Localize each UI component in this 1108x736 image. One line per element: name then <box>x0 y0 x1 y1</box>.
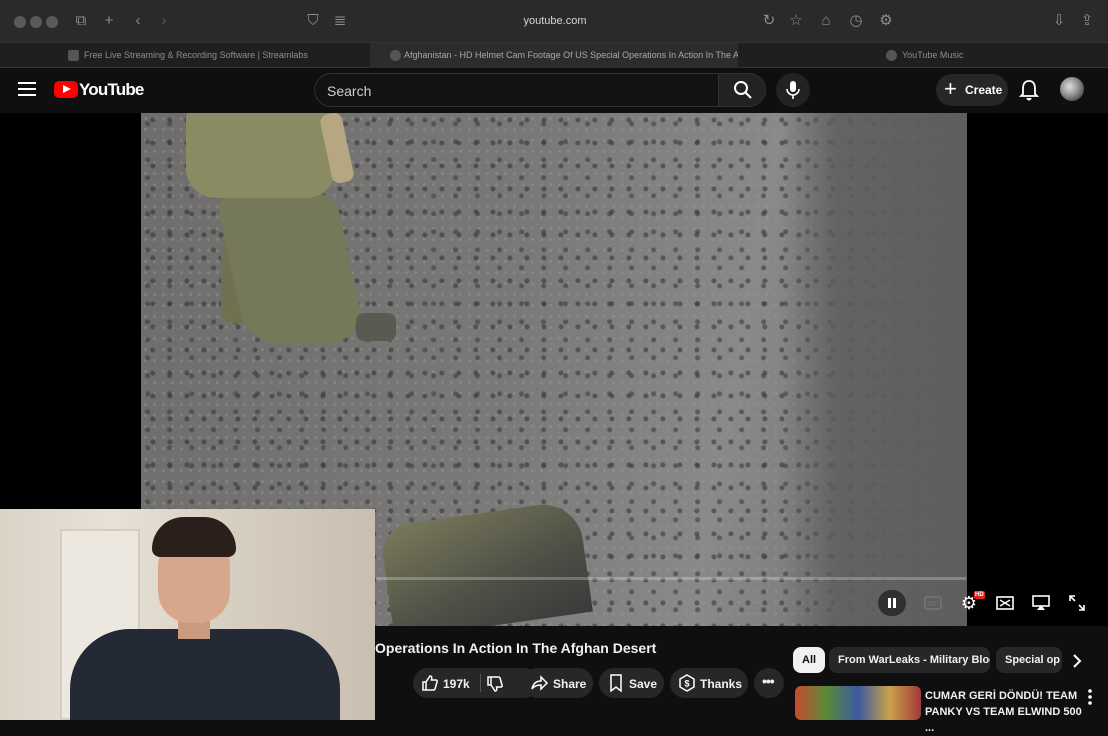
like-button[interactable]: 197k <box>413 668 480 698</box>
share-label: Share <box>553 677 587 691</box>
chevron-right-icon[interactable] <box>1066 650 1088 672</box>
webcam-overlay <box>0 509 375 720</box>
tab-title: Free Live Streaming & Recording Software… <box>84 50 308 60</box>
fullscreen-button[interactable] <box>1063 591 1091 615</box>
logo-wordmark: YouTube <box>79 80 144 99</box>
account-avatar[interactable] <box>1060 77 1084 101</box>
tab-youtube-music[interactable]: YouTube Music <box>886 43 1006 68</box>
foreground-gear <box>379 499 593 626</box>
chip-all[interactable]: All <box>793 647 826 673</box>
hamburger-menu-icon[interactable] <box>18 82 36 96</box>
share-arrow-icon <box>531 675 549 691</box>
like-count: 197k <box>443 677 470 691</box>
airplay-icon <box>1032 595 1050 610</box>
back-icon[interactable]: ‹ <box>129 12 147 30</box>
search-icon <box>734 81 752 99</box>
video-progress-bar[interactable] <box>376 577 966 580</box>
thanks-label: Thanks <box>700 677 743 691</box>
super-thanks-icon: $ <box>679 674 695 692</box>
create-label: Create <box>965 83 1003 97</box>
search-input[interactable]: Search <box>314 73 718 107</box>
bookmark-icon <box>610 674 622 692</box>
dislike-button[interactable] <box>481 668 521 698</box>
save-label: Save <box>629 677 658 691</box>
microphone-icon <box>786 81 800 99</box>
settings-button[interactable]: ⚙ HD <box>955 591 985 615</box>
close-window-button[interactable] <box>14 16 26 28</box>
person-hair <box>152 517 236 557</box>
tab-title: YouTube Music <box>902 50 964 60</box>
subtitles-icon <box>924 596 942 610</box>
tab-overview-icon[interactable]: ⧉ <box>72 12 90 30</box>
video-title: Operations In Action In The Afghan Deser… <box>375 640 657 656</box>
youtube-music-favicon-icon <box>886 50 897 61</box>
soldier-torso <box>186 113 336 198</box>
address-bar[interactable]: youtube.com <box>330 10 780 32</box>
history-icon[interactable]: ◷ <box>847 12 865 30</box>
youtube-header: YouTube Search + Create <box>0 68 1108 113</box>
more-horizontal-icon: ••• <box>762 673 775 689</box>
notifications-bell-icon[interactable] <box>1019 79 1039 101</box>
hd-badge: HD <box>974 591 985 599</box>
miniplayer-icon <box>996 596 1014 610</box>
bookmark-star-icon[interactable]: ☆ <box>787 12 805 30</box>
save-button[interactable]: Save <box>599 668 664 698</box>
chip-special-op[interactable]: Special op <box>996 647 1062 673</box>
youtube-favicon-icon <box>390 50 401 61</box>
youtube-play-logo-icon <box>54 81 78 98</box>
watch-metadata: Operations In Action In The Afghan Deser… <box>375 626 1108 734</box>
thumbs-down-icon <box>487 676 503 692</box>
share-page-icon[interactable]: ⇪ <box>1078 12 1096 30</box>
home-icon[interactable]: ⌂ <box>817 12 835 30</box>
fullscreen-icon <box>1069 595 1085 611</box>
privacy-shield-icon[interactable]: ⛉ <box>304 12 322 30</box>
search-placeholder: Search <box>327 83 372 99</box>
tab-afghanistan-video[interactable]: Afghanistan - HD Helmet Cam Footage Of U… <box>370 43 738 68</box>
search-button[interactable] <box>718 73 766 107</box>
tab-bar: Free Live Streaming & Recording Software… <box>0 42 1108 68</box>
more-vertical-icon[interactable] <box>1084 688 1096 706</box>
voice-search-button[interactable] <box>776 73 810 107</box>
share-button[interactable]: Share <box>523 668 593 698</box>
thumbs-up-icon <box>422 675 438 691</box>
forward-icon[interactable]: › <box>155 12 173 30</box>
soldier-boot <box>356 313 396 341</box>
zoom-window-button[interactable] <box>46 16 58 28</box>
dirt-road <box>781 113 967 626</box>
more-actions-button[interactable]: ••• <box>754 668 784 698</box>
tab-streamlabs[interactable]: Free Live Streaming & Recording Software… <box>68 43 364 68</box>
plus-icon: + <box>944 76 957 101</box>
download-icon[interactable]: ⇩ <box>1050 12 1068 30</box>
person-shirt <box>70 629 340 720</box>
tab-title: Afghanistan - HD Helmet Cam Footage Of U… <box>404 50 738 60</box>
new-tab-icon[interactable]: + <box>100 12 118 30</box>
streamlabs-favicon-icon <box>68 50 79 61</box>
browser-toolbar: ⧉ + ‹ › ⛉ ≣ youtube.com ↻ ☆ ⌂ ◷ ⚙ ⇩ ⇪ <box>0 0 1108 42</box>
minimize-window-button[interactable] <box>30 16 42 28</box>
create-button[interactable]: + Create <box>936 74 1008 106</box>
pause-button[interactable] <box>878 590 906 616</box>
subtitles-button[interactable] <box>919 591 947 615</box>
miniplayer-button[interactable] <box>991 591 1019 615</box>
chip-from-warleaks[interactable]: From WarLeaks - Military Blog <box>829 647 990 673</box>
reload-icon[interactable]: ↻ <box>760 12 778 30</box>
recommendation-thumbnail[interactable] <box>795 686 921 720</box>
thanks-button[interactable]: $ Thanks <box>670 668 748 698</box>
airplay-button[interactable] <box>1027 591 1055 615</box>
like-dislike-group: 197k <box>413 668 539 698</box>
svg-text:$: $ <box>684 679 689 689</box>
recommendation-title[interactable]: CUMAR GERİ DÖNDÜ! TEAM PANKY VS TEAM ELW… <box>925 688 1085 736</box>
settings-gear-icon[interactable]: ⚙ <box>877 12 895 30</box>
